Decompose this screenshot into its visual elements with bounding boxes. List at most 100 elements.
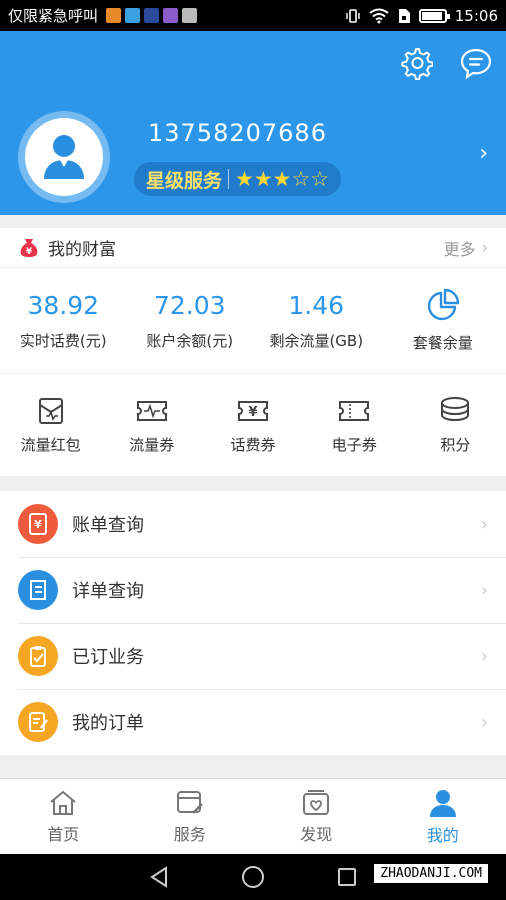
- gallery-notification-icon: [163, 8, 179, 23]
- home-icon: [50, 790, 76, 815]
- bottom-tab-bar: 首页 服务 发现 我的: [0, 778, 506, 854]
- notification-icons: [106, 8, 198, 23]
- tile-label: 流量券: [129, 435, 175, 454]
- stat-label: 剩余流量(GB): [269, 331, 364, 350]
- tile-fee-coupon[interactable]: ¥ 话费券: [202, 374, 303, 476]
- tile-label: 流量红包: [20, 435, 81, 454]
- stat-remaining-data[interactable]: 1.46 剩余流量(GB): [253, 268, 380, 373]
- stat-value: 1.46: [288, 290, 345, 320]
- app-notification-icon: [106, 8, 122, 23]
- status-time: 15:06: [454, 6, 498, 25]
- back-icon[interactable]: [148, 865, 170, 889]
- chevron-right-icon: ›: [480, 711, 488, 733]
- profile-header: 13758207686 星级服务 ★★★☆☆ ›: [0, 31, 506, 215]
- avatar-circle: [25, 118, 103, 196]
- tab-label: 服务: [173, 824, 206, 844]
- services-icon: [176, 790, 203, 814]
- chat-bubble-icon: [460, 48, 492, 79]
- more-link[interactable]: 更多: [444, 236, 476, 260]
- stat-plan-balance[interactable]: 套餐余量: [380, 268, 506, 373]
- tab-label: 首页: [47, 824, 80, 844]
- status-left: 仅限紧急呼叫: [8, 5, 345, 26]
- wealth-title: 我的财富: [48, 240, 116, 260]
- home-circle-icon[interactable]: [240, 864, 266, 890]
- bill-icon: ¥: [18, 504, 58, 544]
- messages-button[interactable]: [458, 45, 494, 81]
- detail-list-icon: [18, 570, 58, 610]
- user-icon: [44, 135, 84, 179]
- stat-label: 账户余额(元): [146, 331, 234, 350]
- tile-e-coupon[interactable]: 电子券: [304, 374, 405, 476]
- phone-number: 13758207686: [148, 119, 327, 147]
- chevron-right-icon: ›: [480, 513, 488, 535]
- settings-button[interactable]: [398, 45, 434, 81]
- menu-list: ¥ 账单查询 › 详单查询 › 已订业务 › 我的订单 ›: [0, 491, 506, 755]
- discover-icon: [303, 789, 330, 815]
- menu-bill-query[interactable]: ¥ 账单查询 ›: [0, 491, 506, 557]
- data-redpacket-icon: [38, 397, 63, 424]
- chevron-right-icon: ›: [481, 238, 488, 257]
- sim-icon: [398, 8, 410, 23]
- clipboard-check-icon: [18, 636, 58, 676]
- ticket-icon: [339, 400, 370, 421]
- menu-label: 详单查询: [72, 581, 144, 602]
- svg-text:¥: ¥: [34, 518, 42, 531]
- status-right: 15:06: [345, 7, 498, 25]
- tab-mine[interactable]: 我的: [380, 779, 506, 854]
- chevron-right-icon[interactable]: ›: [479, 141, 488, 166]
- tab-label: 我的: [426, 825, 459, 845]
- wealth-card: ¥ 我的财富 更多 › 38.92 实时话费(元) 72.03 账户余额(元) …: [0, 228, 506, 476]
- stat-label: 套餐余量: [412, 334, 473, 352]
- tab-home[interactable]: 首页: [0, 779, 127, 854]
- stat-value: 38.92: [27, 290, 100, 320]
- vibrate-icon: [346, 8, 360, 23]
- tile-label: 电子券: [331, 435, 377, 454]
- avatar[interactable]: [18, 111, 110, 203]
- data-coupon-icon: [136, 400, 167, 421]
- tab-discover[interactable]: 发现: [253, 779, 380, 854]
- fee-coupon-icon: ¥: [238, 400, 268, 421]
- stat-value: 72.03: [153, 290, 226, 320]
- menu-label: 已订业务: [72, 647, 144, 668]
- status-bar: 仅限紧急呼叫 15:06: [0, 0, 506, 31]
- recents-icon[interactable]: [336, 866, 358, 888]
- tab-label: 发现: [300, 824, 333, 844]
- star-service-label: 星级服务: [146, 169, 223, 192]
- menu-my-orders[interactable]: 我的订单 ›: [0, 689, 506, 755]
- tile-label: 积分: [440, 435, 471, 454]
- stat-realtime-fee[interactable]: 38.92 实时话费(元): [0, 268, 127, 373]
- svg-text:¥: ¥: [26, 247, 33, 257]
- tile-data-redpacket[interactable]: 流量红包: [0, 374, 101, 476]
- menu-label: 账单查询: [72, 515, 144, 536]
- stat-account-balance[interactable]: 72.03 账户余额(元): [127, 268, 254, 373]
- tile-label: 话费券: [230, 435, 276, 454]
- tab-services[interactable]: 服务: [127, 779, 254, 854]
- money-bag-icon: ¥: [20, 238, 38, 257]
- wealth-stats: 38.92 实时话费(元) 72.03 账户余额(元) 1.46 剩余流量(GB…: [0, 268, 506, 374]
- pie-chart-icon: [427, 288, 459, 321]
- app-notification-icon: [144, 8, 160, 23]
- wifi-icon: [369, 8, 389, 23]
- order-edit-icon: [18, 702, 58, 742]
- user-icon: [429, 789, 456, 817]
- tile-points[interactable]: 积分: [405, 374, 506, 476]
- wealth-header[interactable]: ¥ 我的财富 更多 ›: [0, 228, 506, 268]
- coin-stack-icon: [441, 396, 470, 421]
- star-rating: ★★★☆☆: [235, 166, 330, 191]
- menu-label: 我的订单: [72, 713, 144, 734]
- gear-icon: [401, 48, 433, 80]
- star-service-badge[interactable]: 星级服务 ★★★☆☆: [134, 162, 342, 196]
- tile-data-coupon[interactable]: 流量券: [101, 374, 202, 476]
- app-notification-icon: [125, 8, 141, 23]
- status-carrier-text: 仅限紧急呼叫: [8, 7, 99, 25]
- menu-detail-query[interactable]: 详单查询 ›: [0, 557, 506, 623]
- watermark: ZHAODANJI.COM: [374, 864, 488, 883]
- chevron-right-icon: ›: [480, 645, 488, 667]
- divider: [228, 169, 230, 189]
- menu-subscribed-services[interactable]: 已订业务 ›: [0, 623, 506, 689]
- stat-label: 实时话费(元): [19, 331, 107, 350]
- chevron-right-icon: ›: [480, 579, 488, 601]
- battery-icon: [418, 8, 450, 23]
- svg-text:¥: ¥: [248, 405, 257, 420]
- app-notification-icon: [182, 8, 198, 23]
